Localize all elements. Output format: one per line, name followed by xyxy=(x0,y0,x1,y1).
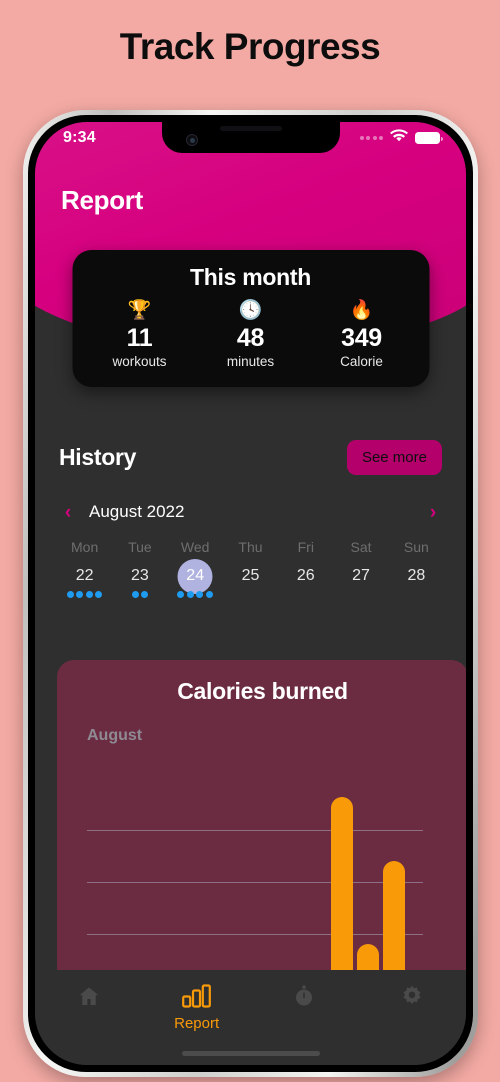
fire-icon: 🔥 xyxy=(349,300,374,321)
stat-minutes-value: 48 xyxy=(236,324,265,352)
calendar-day-dots xyxy=(57,591,112,598)
tab-report-label: Report xyxy=(174,1015,220,1032)
chart-card: Calories burned August xyxy=(57,660,466,986)
calendar-dayname-tue: Tue xyxy=(128,539,152,555)
calendar-month-label: August 2022 xyxy=(89,502,185,521)
calendar-day-dots xyxy=(168,591,223,598)
chart-plot-area xyxy=(57,778,466,986)
calendar-dayname-fri: Fri xyxy=(297,539,314,555)
status-time: 9:34 xyxy=(63,129,96,146)
chart-icon xyxy=(181,984,212,1013)
calendar-day-number: 26 xyxy=(296,567,315,584)
calendar-day-23[interactable]: 23 xyxy=(112,565,167,611)
calendar-day-number: 22 xyxy=(75,567,94,584)
phone-screen: 9:34 Report This month 🏆 11 workouts 🕓 4… xyxy=(35,122,466,1065)
calendar-day-24[interactable]: 24 xyxy=(168,565,223,611)
home-icon xyxy=(77,984,101,1013)
home-indicator xyxy=(181,1051,320,1056)
tab-report[interactable]: Report xyxy=(143,984,251,1032)
calendar-day-26[interactable]: 26 xyxy=(278,565,333,611)
stat-workouts: 🏆 11 workouts xyxy=(84,299,195,371)
signal-dots-icon xyxy=(359,136,383,140)
calendar-day-number: 28 xyxy=(407,567,426,584)
stat-workouts-value: 11 xyxy=(126,324,153,352)
trophy-icon: 🏆 xyxy=(127,300,152,321)
chart-title: Calories burned xyxy=(177,678,348,704)
chevron-left-icon[interactable]: ‹ xyxy=(57,503,79,522)
timer-icon xyxy=(292,984,316,1013)
calendar-day-number: 23 xyxy=(131,567,149,584)
page-header-title: Report xyxy=(61,185,143,215)
calendar-dayname-mon: Mon xyxy=(71,539,99,555)
tab-home[interactable] xyxy=(35,984,143,1013)
gear-icon xyxy=(400,984,424,1013)
page-title: Track Progress xyxy=(119,26,381,67)
chart-gridline xyxy=(87,934,423,935)
calendar-day-22[interactable]: 22 xyxy=(57,565,112,611)
history-header: History See more xyxy=(35,440,466,475)
clock-icon: 🕓 xyxy=(238,300,263,321)
calendar-dayname-sun: Sun xyxy=(403,539,429,555)
calendar-month-row: ‹ August 2022 › xyxy=(57,497,444,527)
stats-card: This month 🏆 11 workouts 🕓 48 minutes 🔥 … xyxy=(72,250,429,387)
calendar-day-25[interactable]: 25 xyxy=(223,565,278,611)
calendar-day-28[interactable]: 28 xyxy=(389,565,444,611)
calendar-day-number: 24 xyxy=(186,567,205,584)
phone-bezel: 9:34 Report This month 🏆 11 workouts 🕓 4… xyxy=(28,115,473,1072)
calendar-grid: Mon Tue Wed Thu Fri Sat Sun 22 23 24 25 26 27 28 xyxy=(57,539,444,611)
tab-settings[interactable] xyxy=(358,984,466,1013)
chart-gridline xyxy=(87,830,423,831)
calendar: ‹ August 2022 › Mon Tue Wed Thu Fri Sat Sun 22 2… xyxy=(35,497,466,611)
calendar-day-number: 25 xyxy=(241,567,260,584)
stat-minutes: 🕓 48 minutes xyxy=(195,299,306,371)
history-title: History xyxy=(59,444,137,470)
chart-bar-24 xyxy=(383,861,405,986)
stats-row: 🏆 11 workouts 🕓 48 minutes 🔥 349 Calorie xyxy=(84,299,417,371)
calendar-dayname-sat: Sat xyxy=(350,539,372,555)
calendar-day-27[interactable]: 27 xyxy=(333,565,388,611)
chart-bar-22 xyxy=(331,796,353,986)
chart-sublabel: August xyxy=(87,727,143,744)
stat-calorie-label: Calorie xyxy=(340,354,383,369)
calendar-day-number: 27 xyxy=(352,567,370,584)
calendar-dayname-thu: Thu xyxy=(238,539,263,555)
tab-timer[interactable] xyxy=(251,984,359,1013)
stat-calorie-value: 349 xyxy=(341,324,382,352)
status-bar: 9:34 xyxy=(35,122,466,154)
stat-calorie: 🔥 349 Calorie xyxy=(306,299,417,371)
phone-frame: 9:34 Report This month 🏆 11 workouts 🕓 4… xyxy=(23,110,478,1077)
stats-card-title: This month xyxy=(190,264,311,290)
chevron-right-icon[interactable]: › xyxy=(422,503,444,522)
stat-workouts-label: workouts xyxy=(112,354,167,369)
stat-minutes-label: minutes xyxy=(226,354,275,369)
see-more-button[interactable]: See more xyxy=(346,440,442,475)
wifi-icon xyxy=(390,129,408,147)
chart-gridline xyxy=(87,882,423,883)
calendar-day-dots xyxy=(112,591,167,598)
status-icons xyxy=(359,129,443,147)
battery-icon xyxy=(415,132,443,144)
